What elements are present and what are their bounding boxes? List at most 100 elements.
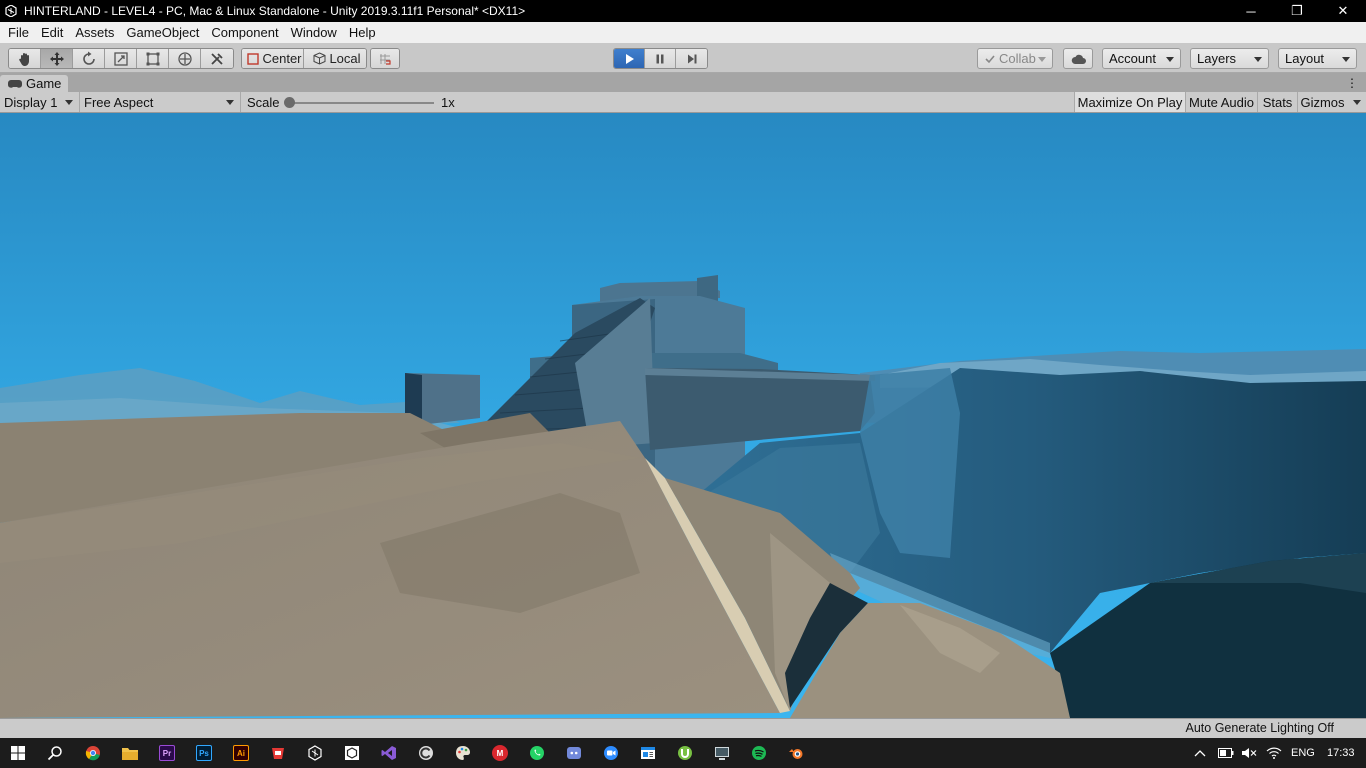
windows-start-icon[interactable] xyxy=(6,741,30,765)
window-title: HINTERLAND - LEVEL4 - PC, Mac & Linux St… xyxy=(24,4,526,18)
gizmos-dropdown[interactable] xyxy=(1347,92,1366,112)
illustrator-icon[interactable]: Ai xyxy=(229,741,253,765)
restore-button[interactable]: ❐ xyxy=(1274,0,1320,22)
language-indicator[interactable]: ENG xyxy=(1291,738,1315,768)
game-viewport[interactable] xyxy=(0,113,1366,718)
transform-tool-icon[interactable] xyxy=(169,49,201,68)
collab-label: Collab xyxy=(999,51,1036,66)
chevron-down-icon xyxy=(1038,57,1046,62)
cube-icon xyxy=(313,52,326,65)
battery-icon[interactable] xyxy=(1218,738,1234,768)
menu-gameobject[interactable]: GameObject xyxy=(120,22,205,43)
red-app-icon[interactable] xyxy=(266,741,290,765)
chrome-icon[interactable] xyxy=(81,741,105,765)
maximize-on-play-toggle[interactable]: Maximize On Play xyxy=(1074,92,1185,112)
premiere-label: Pr xyxy=(159,745,175,761)
play-icon xyxy=(626,53,634,64)
clock[interactable]: 17:33 xyxy=(1327,738,1355,768)
menu-bar: File Edit Assets GameObject Component Wi… xyxy=(0,22,1366,43)
cloud-button[interactable] xyxy=(1063,48,1093,69)
account-label: Account xyxy=(1109,51,1156,66)
step-button[interactable] xyxy=(676,49,707,68)
unity-hub-icon[interactable] xyxy=(340,741,364,765)
chevron-down-icon xyxy=(65,100,73,105)
chevron-down-icon xyxy=(1166,57,1174,62)
menu-help[interactable]: Help xyxy=(343,22,382,43)
pivot-center-label: Center xyxy=(262,51,302,66)
ccleaner-icon[interactable] xyxy=(414,741,438,765)
unity-icon[interactable] xyxy=(297,738,333,768)
game-view-toolbar: Display 1 Free Aspect Scale 1x Maximize … xyxy=(0,92,1366,113)
pivot-icon xyxy=(247,52,260,65)
account-dropdown[interactable]: Account xyxy=(1102,48,1181,69)
whatsapp-icon[interactable] xyxy=(525,741,549,765)
unity-app-icon xyxy=(0,0,22,22)
play-controls xyxy=(613,48,708,69)
file-explorer-icon[interactable] xyxy=(118,741,142,765)
collab-dropdown[interactable]: Collab xyxy=(977,48,1053,69)
window-title-bar: HINTERLAND - LEVEL4 - PC, Mac & Linux St… xyxy=(0,0,1366,22)
pivot-center-button[interactable]: Center xyxy=(242,49,304,68)
space-local-label: Local xyxy=(329,51,361,66)
aspect-dropdown[interactable]: Free Aspect xyxy=(80,92,241,112)
check-icon xyxy=(985,54,995,63)
wifi-icon[interactable] xyxy=(1266,738,1282,768)
pause-button[interactable] xyxy=(645,49,676,68)
paint-icon[interactable] xyxy=(451,741,475,765)
custom-tool-icon[interactable] xyxy=(201,49,233,68)
illustrator-label: Ai xyxy=(233,745,249,761)
rotate-tool-icon[interactable] xyxy=(73,49,105,68)
tray-chevron-up-icon[interactable] xyxy=(1194,738,1206,768)
layers-label: Layers xyxy=(1197,51,1237,66)
pivot-tools: Center Local xyxy=(241,48,367,69)
snap-tool xyxy=(370,48,400,69)
space-local-button[interactable]: Local xyxy=(304,49,366,68)
layout-dropdown[interactable]: Layout xyxy=(1278,48,1357,69)
tab-game[interactable]: Game xyxy=(0,75,68,92)
visual-studio-icon[interactable] xyxy=(377,741,401,765)
rect-tool-icon[interactable] xyxy=(137,49,169,68)
play-button[interactable] xyxy=(614,49,645,68)
chevron-down-icon xyxy=(1342,57,1350,62)
mega-icon[interactable]: M xyxy=(488,741,512,765)
photoshop-icon[interactable]: Ps xyxy=(192,741,216,765)
menu-window[interactable]: Window xyxy=(285,22,343,43)
layers-dropdown[interactable]: Layers xyxy=(1190,48,1269,69)
spotify-icon[interactable] xyxy=(747,741,771,765)
display-label: Display 1 xyxy=(4,94,58,110)
search-icon[interactable] xyxy=(43,741,67,765)
discord-icon[interactable] xyxy=(562,741,586,765)
tab-menu-icon[interactable]: ⋮ xyxy=(1346,76,1358,90)
windows-taskbar: Pr Ps Ai M ENG 17:33 xyxy=(0,738,1366,768)
blender-icon[interactable] xyxy=(784,741,808,765)
aspect-label: Free Aspect xyxy=(84,94,154,110)
menu-edit[interactable]: Edit xyxy=(35,22,69,43)
scale-slider-track[interactable] xyxy=(290,102,434,104)
zoom-icon[interactable] xyxy=(599,741,623,765)
news-icon[interactable] xyxy=(636,741,660,765)
snap-grid-icon[interactable] xyxy=(371,49,399,68)
premiere-icon[interactable]: Pr xyxy=(155,741,179,765)
menu-file[interactable]: File xyxy=(2,22,35,43)
display-dropdown[interactable]: Display 1 xyxy=(0,92,80,112)
status-bar: Auto Generate Lighting Off xyxy=(0,718,1366,738)
tab-bar: Game ⋮ xyxy=(0,73,1366,92)
utorrent-icon[interactable] xyxy=(673,741,697,765)
scale-value: 1x xyxy=(441,95,455,110)
photoshop-label: Ps xyxy=(196,745,212,761)
menu-assets[interactable]: Assets xyxy=(69,22,120,43)
chevron-down-icon xyxy=(1352,99,1361,105)
mute-audio-toggle[interactable]: Mute Audio xyxy=(1185,92,1257,112)
menu-component[interactable]: Component xyxy=(205,22,284,43)
minimize-button[interactable]: ─ xyxy=(1228,0,1274,22)
volume-muted-icon[interactable] xyxy=(1241,738,1257,768)
scale-slider-thumb[interactable] xyxy=(284,97,295,108)
stats-toggle[interactable]: Stats xyxy=(1257,92,1297,112)
gizmos-toggle[interactable]: Gizmos xyxy=(1297,92,1347,112)
scale-tool-icon[interactable] xyxy=(105,49,137,68)
main-toolbar: Center Local Collab Account Layers Layou… xyxy=(0,43,1366,73)
hand-tool-icon[interactable] xyxy=(9,49,41,68)
remote-icon[interactable] xyxy=(710,741,734,765)
move-tool-icon[interactable] xyxy=(41,49,73,68)
close-button[interactable]: ✕ xyxy=(1320,0,1366,22)
